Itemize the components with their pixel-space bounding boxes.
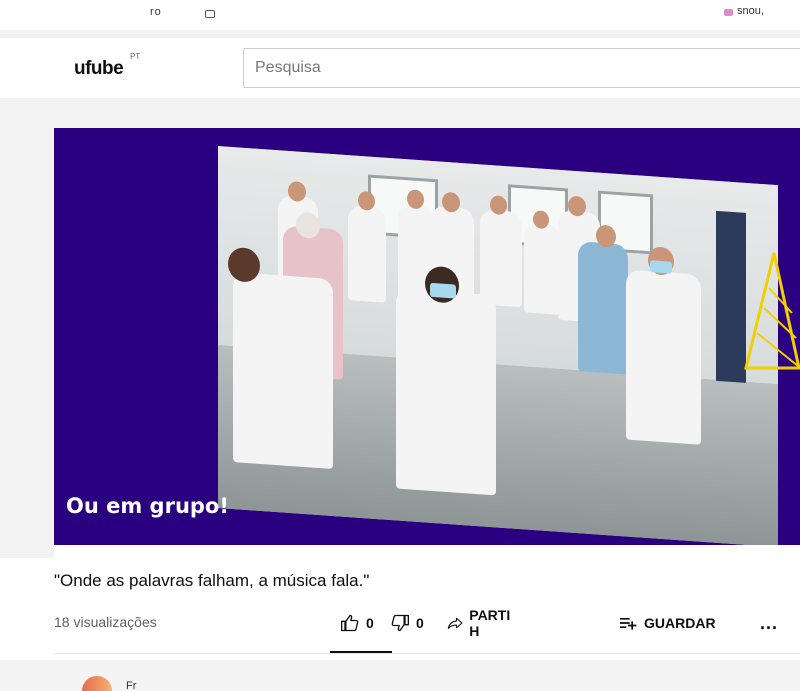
tab-icon <box>205 10 215 18</box>
person-head <box>596 224 616 248</box>
person-figure <box>233 272 333 470</box>
person-head <box>358 190 375 211</box>
yellow-triangle-decoration <box>744 252 800 370</box>
browser-top-fragment: ro snou, <box>0 0 800 38</box>
share-arrow-icon <box>447 617 463 629</box>
person-figure <box>626 269 701 445</box>
torn-edge <box>0 30 800 38</box>
thumb-down-icon <box>391 614 409 632</box>
person-figure <box>480 209 522 308</box>
like-count: 0 <box>366 615 374 631</box>
playlist-add-icon <box>619 618 637 630</box>
youtube-logo[interactable]: ufube <box>74 58 124 80</box>
face-mask <box>650 260 672 274</box>
more-horizontal-icon: ... <box>760 612 779 633</box>
room-door <box>716 210 746 383</box>
save-label: GUARDAR <box>644 615 716 631</box>
person-head <box>442 191 460 213</box>
more-actions-button[interactable]: ... <box>760 613 778 634</box>
search-input[interactable] <box>244 49 800 87</box>
face-mask <box>430 282 456 299</box>
thumb-up-icon <box>341 614 359 632</box>
masthead: ufube PT <box>0 42 800 96</box>
video-title: "Onde as palavras falham, a música fala.… <box>54 571 370 590</box>
share-label: PARTI H <box>469 607 511 639</box>
profile-dot-icon <box>724 9 733 16</box>
sentiment-bar <box>330 651 392 653</box>
person-figure <box>396 288 496 496</box>
dislike-count: 0 <box>416 615 424 631</box>
search-box[interactable] <box>243 48 800 88</box>
like-button[interactable]: 0 <box>340 613 374 633</box>
person-figure <box>348 205 386 303</box>
torn-bottom-edge <box>0 660 800 691</box>
left-margin <box>0 98 54 558</box>
person-figure <box>578 241 628 375</box>
video-player[interactable]: Ou em grupo! <box>54 128 800 545</box>
channel-name-fragment: Fr <box>126 680 137 691</box>
share-button[interactable]: PARTI H <box>447 607 514 639</box>
logo-region-label: PT <box>130 52 141 61</box>
person-head <box>407 189 424 210</box>
torn-gap <box>578 606 620 638</box>
video-frame-image <box>218 146 778 545</box>
dislike-button[interactable]: 0 <box>390 613 424 633</box>
view-count: 18 visualizações <box>54 614 157 630</box>
person-figure <box>524 222 560 315</box>
person-head <box>288 180 306 203</box>
person-head <box>296 211 320 240</box>
person-head <box>533 210 549 230</box>
person-head <box>568 195 586 217</box>
divider <box>54 653 800 654</box>
background-band <box>0 98 800 128</box>
top-right-fragment: snou, <box>737 5 764 17</box>
top-left-fragment: ro <box>150 6 162 18</box>
video-overlay-caption: Ou em grupo! <box>66 494 229 518</box>
person-head <box>490 195 507 216</box>
save-button[interactable]: GUARDAR <box>618 613 716 633</box>
